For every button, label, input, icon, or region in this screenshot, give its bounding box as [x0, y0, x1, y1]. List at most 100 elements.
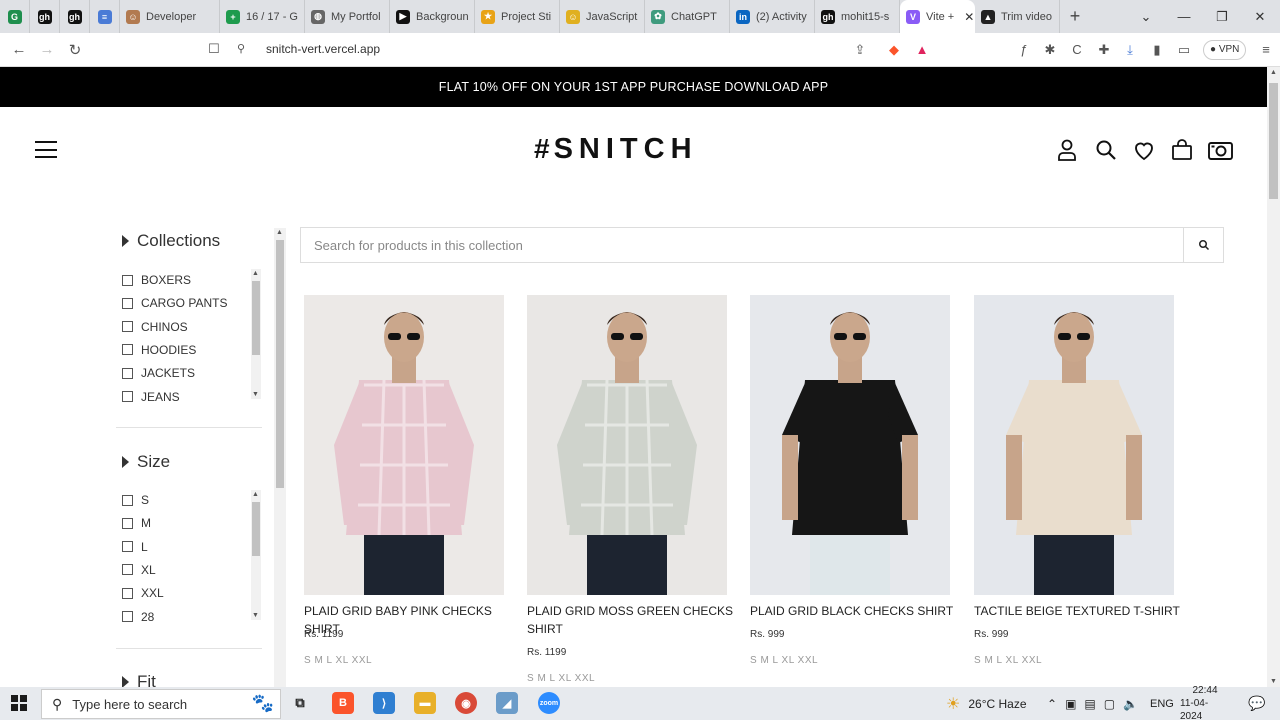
share-icon[interactable]: ⇪ [852, 42, 868, 58]
browser-tab[interactable]: V Vite + ✕ [900, 0, 975, 33]
search-icon[interactable] [1094, 138, 1118, 162]
product-card[interactable]: PLAID GRID BABY PINK CHECKS SHIRT Rs. 119… [304, 295, 514, 666]
product-name[interactable]: PLAID GRID MOSS GREEN CHECKS SHIRT [527, 602, 737, 638]
filter-option-collections[interactable]: HOODIES [122, 343, 196, 357]
filter-option-size[interactable]: XXL [122, 586, 164, 600]
filter-option-collections[interactable]: JACKETS [122, 366, 195, 380]
brave-rewards-icon[interactable]: ▲ [914, 42, 930, 58]
checkbox[interactable] [122, 344, 133, 356]
cart-bag-icon[interactable] [1170, 138, 1194, 162]
product-name[interactable]: TACTILE BEIGE TEXTURED T-SHIRT [974, 602, 1184, 620]
wishlist-heart-icon[interactable] [1132, 138, 1156, 162]
forward-icon[interactable]: → [33, 41, 61, 58]
browser-tab[interactable]: ◍ My Portfol [305, 0, 390, 33]
vpn-button[interactable]: ● VPN [1203, 40, 1247, 60]
filter-option-collections[interactable]: CARGO PANTS [122, 296, 227, 310]
checkbox[interactable] [122, 274, 133, 286]
download-icon[interactable]: ⤓ [1122, 42, 1138, 58]
language-indicator[interactable]: ENG [1150, 687, 1174, 720]
checkbox[interactable] [122, 367, 133, 379]
wallet-icon[interactable]: ▭ [1176, 42, 1192, 58]
page-scrollbar[interactable]: ▲ ▼ [1267, 67, 1280, 687]
size-scrollbar[interactable]: ▲ ▼ [251, 490, 261, 620]
filter-option-collections[interactable]: CHINOS [122, 320, 188, 334]
browser-tab[interactable]: G [0, 0, 30, 33]
product-image[interactable] [974, 295, 1174, 595]
browser-tab[interactable]: gh [60, 0, 90, 33]
brave-browser-icon[interactable]: B [332, 692, 354, 714]
browser-tab[interactable]: +16 / 17 - G [220, 0, 305, 33]
filter-size-toggle[interactable]: Size [122, 452, 170, 472]
tray-app-icon[interactable]: ▣ [1065, 697, 1076, 711]
task-view-icon[interactable]: ⧉ [289, 692, 311, 714]
sidebar-scrollbar[interactable]: ▲ [274, 228, 286, 688]
filter-option-size[interactable]: XL [122, 563, 156, 577]
hamburger-menu-icon[interactable] [35, 141, 57, 158]
account-icon[interactable] [1055, 138, 1079, 162]
site-info-icon[interactable]: ⚲ [234, 42, 248, 55]
checkbox[interactable] [122, 391, 133, 402]
promo-banner[interactable]: FLAT 10% OFF ON YOUR 1ST APP PURCHASE DO… [0, 67, 1267, 107]
sidebar-toggle-icon[interactable]: ▮ [1149, 42, 1165, 58]
checkbox[interactable] [122, 611, 133, 622]
maximize-button[interactable]: ❐ [1203, 0, 1241, 33]
chevron-up-icon[interactable]: ⌃ [1047, 697, 1057, 711]
checkbox[interactable] [122, 541, 133, 553]
reload-icon[interactable]: ↻ [61, 41, 89, 59]
checkbox[interactable] [122, 587, 133, 599]
vscode-icon[interactable]: ⟩ [373, 692, 395, 714]
close-window-button[interactable]: ✕ [1241, 0, 1279, 33]
browser-tab[interactable]: ▶ Backgroun [390, 0, 475, 33]
extension-c-icon[interactable]: C [1069, 42, 1085, 58]
close-tab-icon[interactable]: ✕ [964, 10, 974, 24]
brand-logo[interactable]: # SNITCH [534, 134, 698, 165]
browser-tab[interactable]: ★ Project Sti [475, 0, 560, 33]
volume-icon[interactable]: 🔈 [1123, 697, 1138, 711]
extension-f-icon[interactable]: ƒ [1016, 42, 1032, 58]
taskbar-search[interactable]: ⚲ Type here to search 🐾 [41, 689, 281, 719]
extension-bug-icon[interactable]: ✱ [1042, 42, 1058, 58]
filter-option-collections[interactable]: JEANS [122, 390, 180, 404]
product-card[interactable]: TACTILE BEIGE TEXTURED T-SHIRT Rs. 999 S M… [974, 295, 1184, 666]
menu-icon[interactable]: ≡ [1258, 42, 1274, 58]
clock[interactable]: 22:44 11-04-2024 [1180, 685, 1230, 720]
checkbox[interactable] [122, 297, 133, 309]
camera-search-icon[interactable] [1207, 138, 1234, 162]
collection-search-button[interactable] [1183, 228, 1223, 262]
browser-tab[interactable]: ☺ JavaScript [560, 0, 645, 33]
browser-tab[interactable]: ✿ ChatGPT [645, 0, 730, 33]
browser-tab[interactable]: ▲ Trim video [975, 0, 1060, 33]
tray-app-icon[interactable]: ▢ [1104, 697, 1115, 711]
checkbox[interactable] [122, 517, 133, 529]
back-icon[interactable]: ← [5, 41, 33, 58]
filter-option-size[interactable]: S [122, 493, 149, 507]
product-image[interactable] [527, 295, 727, 595]
zoom-icon[interactable]: zoom [538, 692, 560, 714]
windows-start-icon[interactable] [11, 695, 27, 711]
brave-shield-icon[interactable]: ◆ [886, 42, 902, 58]
filter-option-size[interactable]: L [122, 540, 148, 554]
browser-tab[interactable]: in (2) Activity [730, 0, 815, 33]
product-image[interactable] [304, 295, 504, 595]
collections-scrollbar[interactable]: ▲ ▼ [251, 269, 261, 399]
checkbox[interactable] [122, 564, 133, 576]
weather-widget[interactable]: ☀ 26°C Haze [946, 687, 1027, 720]
notifications-icon[interactable]: 💬 [1248, 687, 1265, 720]
browser-tab[interactable]: ≡ [90, 0, 120, 33]
filter-option-size[interactable]: M [122, 516, 151, 530]
chrome-icon[interactable]: ◉ [455, 692, 477, 714]
tab-search-icon[interactable]: ⌄ [1127, 0, 1165, 33]
minimize-button[interactable]: — [1165, 0, 1203, 33]
filter-option-size[interactable]: 28 [122, 610, 154, 624]
product-image[interactable] [750, 295, 950, 595]
app-icon[interactable]: ◢ [496, 692, 518, 714]
url-field[interactable]: snitch-vert.vercel.app [266, 42, 380, 56]
checkbox[interactable] [122, 321, 133, 333]
bookmark-icon[interactable]: ☐ [200, 41, 228, 57]
file-explorer-icon[interactable]: ▬ [414, 692, 436, 714]
filter-collections-toggle[interactable]: Collections [122, 231, 220, 251]
extensions-puzzle-icon[interactable]: ✚ [1096, 42, 1112, 58]
collection-search-input[interactable] [301, 228, 1183, 262]
product-name[interactable]: PLAID GRID BLACK CHECKS SHIRT [750, 602, 960, 620]
browser-tab[interactable]: ☺ Developer [120, 0, 220, 33]
